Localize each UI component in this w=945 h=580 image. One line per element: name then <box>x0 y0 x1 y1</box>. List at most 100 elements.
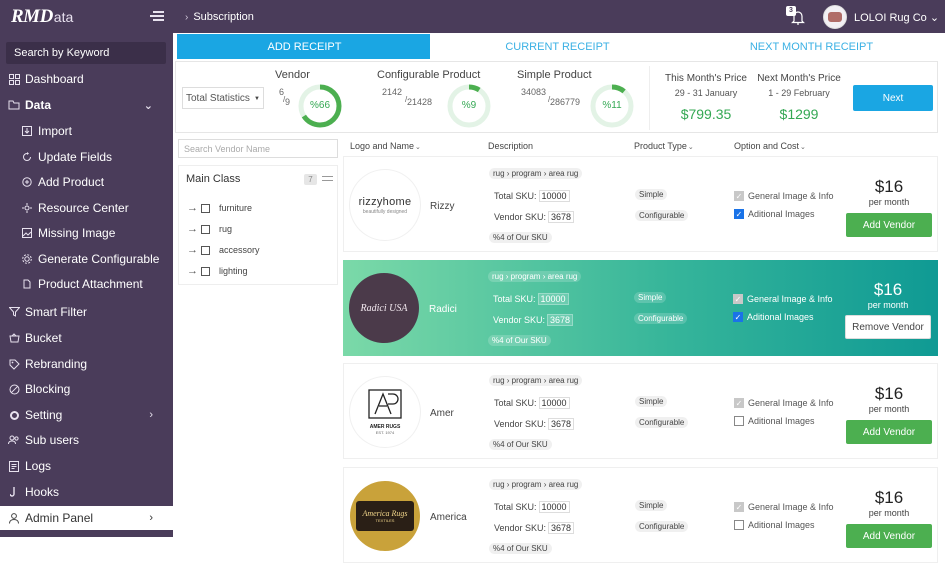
sidebar-item-setting[interactable]: Setting › <box>0 403 173 427</box>
option-additional-images[interactable]: Aditional Images <box>734 416 815 426</box>
class-item-furniture[interactable]: → furniture <box>187 201 252 215</box>
column-header-label: Logo and Name <box>350 141 415 151</box>
resource-icon <box>21 202 33 214</box>
class-item-lighting[interactable]: → lighting <box>187 264 248 278</box>
sidebar-label: Product Attachment <box>38 277 143 291</box>
column-header-product-type[interactable]: Product Type⌄ <box>634 141 694 151</box>
sidebar-item-data[interactable]: Data ⌄ <box>0 93 173 117</box>
sidebar-label: Smart Filter <box>25 305 88 319</box>
logo-text: RMD <box>11 6 53 27</box>
class-label: lighting <box>219 266 248 276</box>
menu-toggle-icon[interactable] <box>150 9 164 23</box>
sidebar-item-add-product[interactable]: Add Product <box>0 170 173 194</box>
arrow-right-icon: → <box>187 244 198 256</box>
sidebar-item-logs[interactable]: Logs <box>0 454 173 478</box>
sidebar-item-smart-filter[interactable]: Smart Filter <box>0 300 173 324</box>
checkbox-unchecked[interactable] <box>734 416 744 426</box>
vendor-sku: Vendor SKU: 3678 <box>494 522 575 534</box>
vendor-card-rizzy[interactable]: rizzyhome beautifully designed Rizzy rug… <box>343 156 938 252</box>
breadcrumb-label: Subscription <box>193 11 254 23</box>
add-vendor-button[interactable]: Add Vendor <box>846 213 932 237</box>
class-item-accessory[interactable]: → accessory <box>187 243 260 257</box>
option-general-image[interactable]: ✓ General Image & Info <box>734 398 834 408</box>
sidebar-item-sub-users[interactable]: Sub users <box>0 428 173 452</box>
class-checkbox[interactable] <box>201 224 210 234</box>
option-general-image[interactable]: ✓ General Image & Info <box>733 294 833 304</box>
next-button[interactable]: Next <box>853 85 933 111</box>
keyword-search-input[interactable]: Search by Keyword <box>6 42 166 64</box>
column-header-option-cost[interactable]: Option and Cost⌄ <box>734 141 806 151</box>
add-vendor-button[interactable]: Add Vendor <box>846 524 932 548</box>
user-icon <box>8 512 20 524</box>
folder-icon <box>8 99 20 111</box>
company-avatar[interactable] <box>823 5 847 29</box>
statistics-select[interactable]: Total Statistics ▼ <box>182 87 264 109</box>
sidebar: RMD ata Search by Keyword Dashboard Data… <box>0 0 173 537</box>
remove-vendor-button[interactable]: Remove Vendor <box>845 315 931 339</box>
type-simple-chip: Simple <box>635 189 668 200</box>
sidebar-label: Blocking <box>25 382 71 396</box>
checkbox-checked[interactable]: ✓ <box>734 209 744 219</box>
sidebar-label: Setting <box>25 408 63 422</box>
class-item-rug[interactable]: → rug <box>187 222 232 236</box>
class-checkbox[interactable] <box>201 266 210 276</box>
menu-lines-icon[interactable] <box>322 176 333 184</box>
this-month-price: $799.35 <box>680 106 732 122</box>
breadcrumb[interactable]: › Subscription <box>185 11 254 23</box>
sidebar-item-blocking[interactable]: Blocking <box>0 377 173 401</box>
sidebar-label: Hooks <box>25 485 60 499</box>
class-checkbox[interactable] <box>201 245 210 255</box>
vendor-card-radici[interactable]: Radici USA Radici rug › program › area r… <box>343 260 938 356</box>
sidebar-item-admin-panel[interactable]: Admin Panel › <box>0 506 173 530</box>
app-logo[interactable]: RMD ata <box>11 6 73 30</box>
option-general-image[interactable]: ✓ General Image & Info <box>734 502 834 512</box>
type-configurable-chip: Configurable <box>635 521 689 532</box>
vendor-cost-period: per month <box>868 404 910 414</box>
simple-stat-num: 34083 <box>521 87 547 97</box>
option-additional-images[interactable]: Aditional Images <box>734 520 815 530</box>
sidebar-item-import[interactable]: Import <box>0 119 173 143</box>
add-vendor-button[interactable]: Add Vendor <box>846 420 932 444</box>
plus-circle-icon <box>21 176 33 188</box>
class-label: accessory <box>219 245 260 255</box>
checkbox-checked[interactable]: ✓ <box>733 312 743 322</box>
configurable-stat-num: 2142 <box>382 87 403 97</box>
main-class-panel: Main Class 7 → furniture → rug → accessory … <box>178 165 338 285</box>
company-menu[interactable]: LOLOI Rug Co ⌄ <box>854 11 939 24</box>
class-checkbox[interactable] <box>201 203 210 213</box>
option-additional-images[interactable]: ✓ Aditional Images <box>733 312 814 322</box>
vendor-card-america[interactable]: America Rugs TEXTILES America rug › prog… <box>343 467 938 563</box>
class-label: rug <box>219 224 233 234</box>
sidebar-item-product-attachment[interactable]: Product Attachment <box>0 272 173 296</box>
vendor-name: Rizzy <box>430 201 455 212</box>
total-sku: Total SKU: 10000 <box>494 397 570 409</box>
refresh-icon <box>21 151 33 163</box>
column-header-logo-name[interactable]: Logo and Name⌄ <box>350 141 421 151</box>
sidebar-item-generate-configurable[interactable]: Generate Configurable <box>0 247 173 271</box>
sort-caret-icon: ⌄ <box>800 144 806 151</box>
tab-add-receipt[interactable]: ADD RECEIPT <box>177 34 432 59</box>
option-general-image[interactable]: ✓ General Image & Info <box>734 191 834 201</box>
sidebar-item-missing-image[interactable]: Missing Image <box>0 221 173 245</box>
vendor-logo: AMER RUGS EST. 1974 <box>350 377 420 447</box>
vendor-logo: Radici USA <box>349 273 419 343</box>
vendor-card-amer[interactable]: AMER RUGS EST. 1974 Amer rug › program ›… <box>343 363 938 459</box>
checkbox-unchecked[interactable] <box>734 520 744 530</box>
sidebar-item-bucket[interactable]: Bucket <box>0 326 173 350</box>
sidebar-label: Rebranding <box>25 357 88 371</box>
vendor-search-input[interactable]: Search Vendor Name <box>178 139 338 158</box>
sidebar-item-dashboard[interactable]: Dashboard <box>0 67 173 91</box>
sidebar-item-update-fields[interactable]: Update Fields <box>0 145 173 169</box>
configurable-stat-pct: %9 <box>461 100 477 111</box>
tab-next-month-receipt[interactable]: NEXT MONTH RECEIPT <box>684 34 939 59</box>
tab-current-receipt[interactable]: CURRENT RECEIPT <box>430 34 685 59</box>
sidebar-item-hooks[interactable]: Hooks <box>0 480 173 504</box>
notification-bell-icon[interactable]: 3 <box>786 6 807 26</box>
vendor-logo-text: Radici USA <box>360 302 408 314</box>
checkbox-disabled: ✓ <box>733 294 743 304</box>
sku-share-chip: %4 of Our SKU <box>488 335 551 346</box>
option-additional-images[interactable]: ✓ Aditional Images <box>734 209 815 219</box>
sidebar-item-resource-center[interactable]: Resource Center <box>0 196 173 220</box>
sidebar-item-rebranding[interactable]: Rebranding <box>0 352 173 376</box>
bucket-icon <box>8 332 20 344</box>
